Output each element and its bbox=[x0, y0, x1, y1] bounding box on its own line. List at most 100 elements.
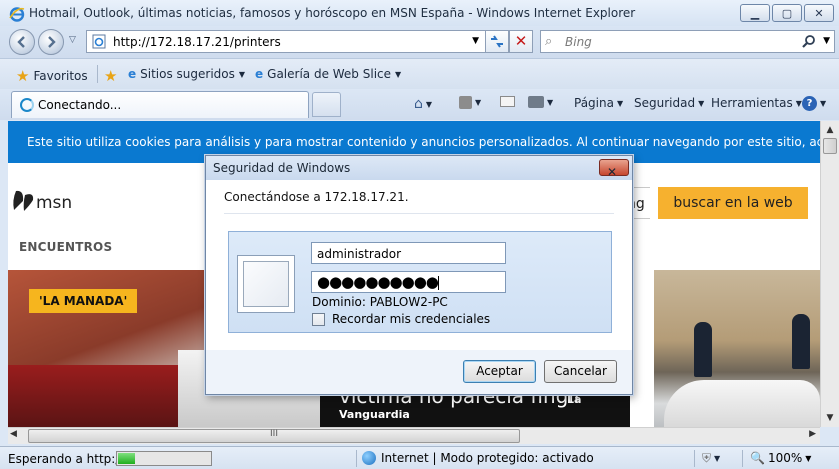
home-button[interactable]: ⌂ ▼ bbox=[414, 96, 432, 112]
window-title: Hotmail, Outlook, últimas noticias, famo… bbox=[29, 6, 636, 20]
status-bar: Esperando a http://: Internet | Modo pro… bbox=[0, 446, 839, 469]
loading-spinner-icon bbox=[20, 98, 34, 112]
msn-search-button-label: buscar en la web bbox=[673, 195, 793, 211]
dialog-separator bbox=[224, 213, 614, 214]
password-mask: ●●●●●●●●●● bbox=[317, 273, 439, 291]
favorites-item-web-slice-gallery[interactable]: e Galería de Web Slice ▼ bbox=[255, 67, 401, 81]
dialog-body: Conectándose a 172.18.17.21. administrad… bbox=[206, 180, 632, 350]
address-bar[interactable]: http://172.18.17.21/printers ▼ bbox=[86, 30, 486, 53]
cancel-button[interactable]: Cancelar bbox=[544, 360, 617, 383]
remember-credentials-option[interactable]: Recordar mis credenciales bbox=[312, 312, 490, 326]
msn-logo-text[interactable]: msn bbox=[36, 193, 72, 213]
web-slice-icon: e bbox=[255, 67, 264, 81]
home-icon: ⌂ bbox=[414, 96, 423, 112]
maximize-button[interactable]: ▢ bbox=[772, 4, 802, 22]
minimize-icon: ▁ bbox=[750, 6, 760, 20]
minimize-button[interactable]: ▁ bbox=[740, 4, 770, 22]
print-button[interactable]: ▼ bbox=[528, 96, 553, 108]
password-field[interactable]: ●●●●●●●●●● bbox=[311, 271, 506, 293]
horizontal-scrollbar[interactable]: ◀ III ▶ bbox=[8, 427, 820, 444]
username-value: administrador bbox=[317, 247, 402, 261]
close-icon: ✕ bbox=[814, 6, 824, 20]
photo-detail bbox=[664, 380, 820, 427]
tools-menu-button[interactable]: Herramientas ▼ bbox=[711, 96, 802, 110]
username-field[interactable]: administrador bbox=[311, 242, 506, 264]
refresh-button[interactable] bbox=[485, 30, 509, 53]
chevron-down-icon: ▼ bbox=[795, 98, 802, 108]
favorites-item-label: Galería de Web Slice bbox=[267, 67, 392, 81]
ok-button[interactable]: Aceptar bbox=[463, 360, 536, 383]
zoom-icon: 🔍 bbox=[750, 451, 765, 465]
news-tag[interactable]: 'LA MANADA' bbox=[29, 289, 138, 313]
back-button[interactable] bbox=[9, 29, 35, 55]
protected-mode-button[interactable]: ⛨ ▼ bbox=[702, 451, 720, 466]
msn-butterfly-icon[interactable] bbox=[12, 188, 36, 214]
mail-icon bbox=[500, 96, 515, 107]
zoom-button[interactable]: 🔍 100% ▼ bbox=[750, 451, 811, 465]
shield-icon: ⛨ bbox=[702, 451, 712, 465]
search-options-dropdown-icon[interactable]: ▼ bbox=[823, 36, 830, 46]
forward-arrow-icon bbox=[48, 36, 56, 48]
search-box[interactable]: ⌕ Bing ▼ bbox=[540, 30, 835, 53]
scroll-grip: III bbox=[270, 429, 278, 439]
horizontal-scroll-thumb[interactable]: III bbox=[28, 429, 520, 443]
history-dropdown-icon[interactable]: ▽ bbox=[69, 35, 76, 45]
chevron-down-icon: ▼ bbox=[616, 98, 624, 108]
stop-icon: ✕ bbox=[514, 32, 528, 50]
close-window-button[interactable]: ✕ bbox=[804, 4, 834, 22]
security-zone[interactable]: Internet | Modo protegido: activado bbox=[362, 451, 594, 465]
new-tab-button[interactable] bbox=[312, 92, 341, 117]
read-mail-button[interactable] bbox=[500, 96, 515, 107]
maximize-icon: ▢ bbox=[781, 6, 793, 20]
feeds-button[interactable]: ▼ bbox=[459, 96, 481, 109]
photo-detail bbox=[694, 322, 712, 377]
vertical-scrollbar[interactable]: ▲ ▼ bbox=[820, 121, 839, 427]
globe-icon bbox=[362, 451, 376, 465]
ok-button-label: Aceptar bbox=[476, 364, 523, 378]
status-separator bbox=[742, 450, 743, 467]
vertical-scroll-thumb[interactable] bbox=[823, 138, 837, 154]
remember-credentials-checkbox[interactable] bbox=[312, 312, 325, 326]
page-menu-button[interactable]: Página ▼ bbox=[574, 96, 623, 110]
forward-button[interactable] bbox=[38, 29, 64, 55]
chevron-down-icon: ▼ bbox=[820, 99, 827, 108]
back-arrow-icon bbox=[17, 36, 25, 48]
news-photo-right[interactable] bbox=[654, 270, 820, 427]
refresh-icon bbox=[491, 35, 503, 48]
suggested-sites-icon: e bbox=[128, 67, 137, 81]
favorites-button[interactable]: ★ Favoritos bbox=[16, 67, 88, 85]
chevron-down-icon: ▼ bbox=[425, 99, 433, 109]
domain-text: Dominio: PABLOW2-PC bbox=[312, 295, 448, 309]
scroll-up-icon[interactable]: ▲ bbox=[822, 122, 838, 138]
stop-button[interactable]: ✕ bbox=[509, 30, 533, 53]
scroll-down-icon[interactable]: ▼ bbox=[822, 410, 838, 426]
password-value: ●●●●●●●●●● bbox=[317, 273, 439, 291]
security-zone-text: Internet | Modo protegido: activado bbox=[381, 451, 594, 465]
search-placeholder[interactable]: Bing bbox=[565, 35, 592, 49]
security-menu-button[interactable]: Seguridad ▼ bbox=[634, 96, 704, 110]
progress-fill bbox=[118, 453, 135, 464]
zoom-level: 100% bbox=[767, 451, 803, 465]
address-dropdown-icon[interactable]: ▼ bbox=[472, 36, 479, 46]
rss-feed-icon bbox=[459, 96, 472, 109]
add-favorite-icon: ★ bbox=[104, 67, 118, 85]
remember-credentials-label[interactable]: Recordar mis credenciales bbox=[332, 312, 490, 326]
chevron-down-icon: ▼ bbox=[698, 98, 705, 108]
favorites-item-suggested-sites[interactable]: e Sitios sugeridos ▼ bbox=[128, 67, 245, 81]
page-load-progress bbox=[116, 451, 212, 466]
scroll-right-icon[interactable]: ▶ bbox=[809, 429, 816, 439]
msn-search-button[interactable]: buscar en la web bbox=[658, 187, 808, 219]
tab-active[interactable]: Conectando... bbox=[11, 91, 309, 118]
dialog-title-bar[interactable]: Seguridad de Windows ✕ bbox=[206, 156, 632, 180]
page-icon bbox=[92, 34, 106, 49]
favorites-label: Favoritos bbox=[33, 69, 88, 83]
help-button[interactable]: ? ▼ bbox=[802, 96, 826, 111]
add-to-favorites-button[interactable]: ★ bbox=[104, 67, 117, 85]
search-icon[interactable] bbox=[801, 34, 816, 49]
status-separator bbox=[694, 450, 695, 467]
windows-security-dialog: Seguridad de Windows ✕ Conectándose a 17… bbox=[205, 155, 633, 395]
dialog-close-button[interactable]: ✕ bbox=[599, 159, 629, 179]
tab-bar: Conectando... ⌂ ▼ ▼ ▼ Página ▼ Seguridad… bbox=[0, 89, 839, 120]
address-url[interactable]: http://172.18.17.21/printers bbox=[113, 35, 281, 49]
scroll-left-icon[interactable]: ◀ bbox=[10, 429, 17, 439]
